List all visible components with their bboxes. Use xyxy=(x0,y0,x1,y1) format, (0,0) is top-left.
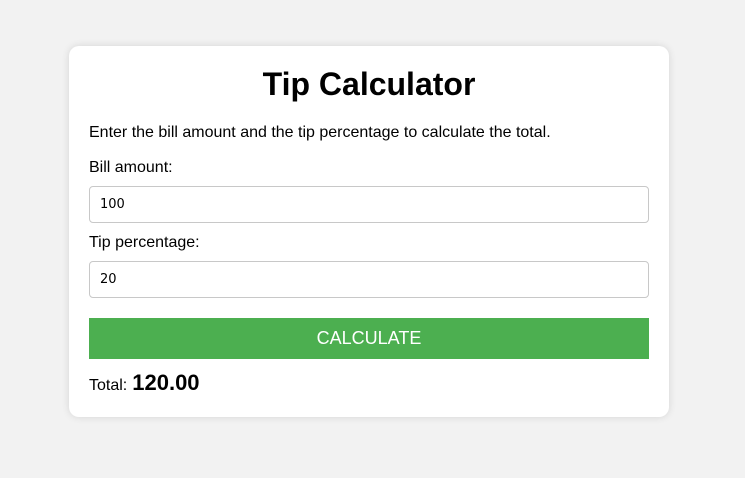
bill-amount-input[interactable] xyxy=(89,186,649,223)
total-result: Total: 120.00 xyxy=(89,370,200,398)
tip-percentage-label: Tip percentage: xyxy=(89,234,200,251)
page-title: Tip Calculator xyxy=(262,66,476,102)
bill-amount-label: Bill amount: xyxy=(89,159,173,176)
instructions-text: Enter the bill amount and the tip percen… xyxy=(89,124,551,141)
calculate-button[interactable]: CALCULATE xyxy=(89,318,649,359)
tip-percentage-input[interactable] xyxy=(89,261,649,298)
total-value: 120.00 xyxy=(132,370,200,395)
total-label: Total: xyxy=(89,377,128,394)
tip-calculator-card: Tip Calculator Enter the bill amount and… xyxy=(69,46,669,417)
